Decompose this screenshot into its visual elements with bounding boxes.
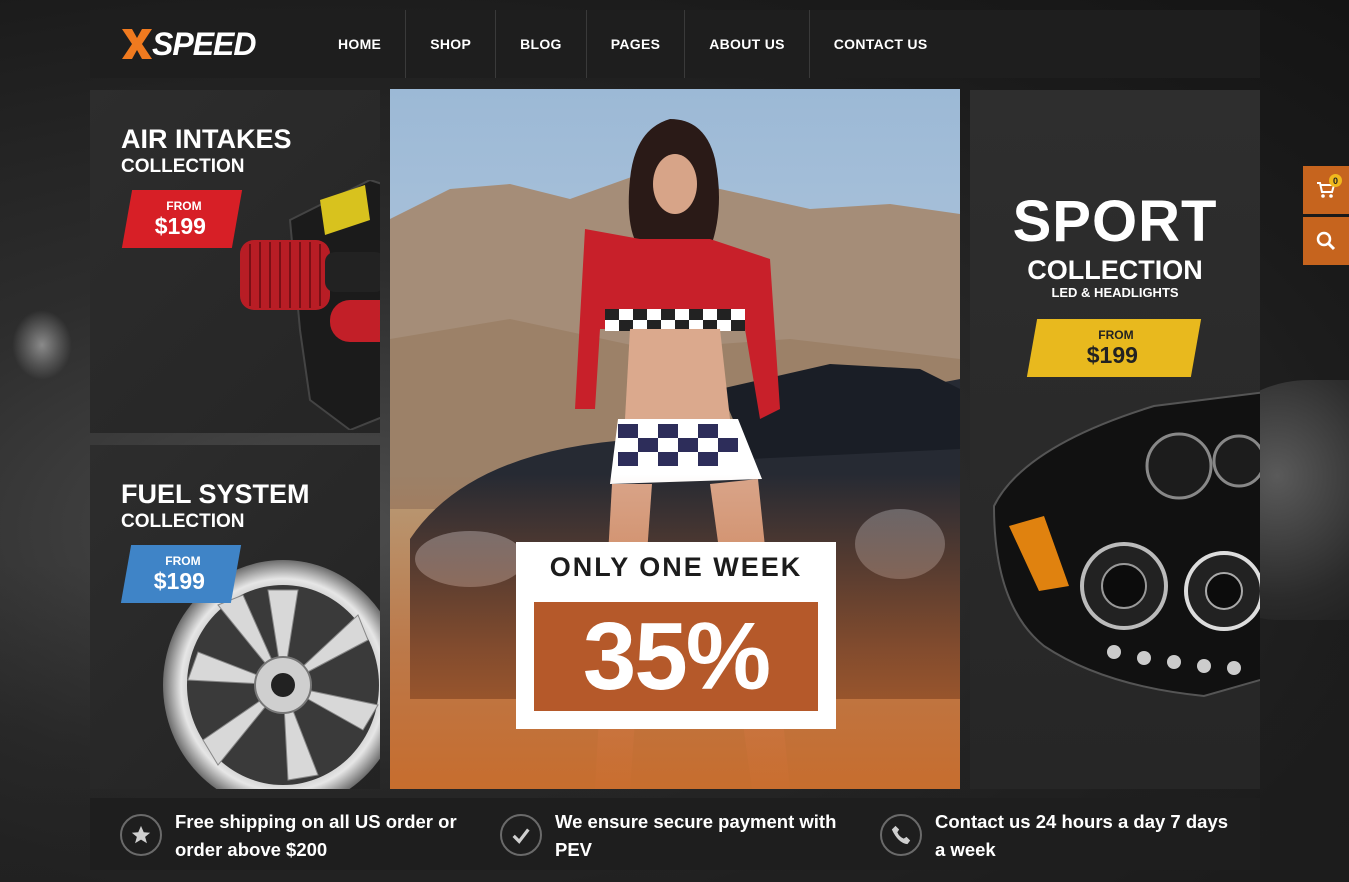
air-intakes-title: AIR INTAKES [121,124,292,154]
nav-about-us[interactable]: ABOUT US [685,10,810,78]
headlight-image [992,391,1260,698]
search-button[interactable] [1303,217,1349,265]
air-intakes-banner[interactable]: AIR INTAKES COLLECTION FROM $199 [90,90,380,433]
phone-icon [880,814,922,856]
hero-promo-banner[interactable]: ONLY ONE WEEK 35% [390,89,960,789]
feature-free-shipping: Free shipping on all US order or order a… [90,798,470,870]
price-value: $199 [155,213,207,239]
fuel-system-subtitle: COLLECTION [121,511,245,532]
sport-price-tag: FROM $199 [1026,319,1202,377]
features-bar: Free shipping on all US order or order a… [90,798,1260,870]
feature-text: We ensure secure payment with PEV [555,811,837,860]
air-intakes-subtitle: COLLECTION [121,156,245,177]
sport-subtitle: COLLECTION [1027,255,1203,285]
cart-button[interactable]: 0 [1303,166,1349,214]
site-logo[interactable]: SPEED [90,10,310,78]
main-nav: HOME SHOP BLOG PAGES ABOUT US CONTACT US [310,10,951,78]
fuel-system-price-tag: FROM $199 [120,545,242,603]
background-lamp [12,310,72,380]
search-icon [1316,231,1336,251]
checkmark-icon [500,814,542,856]
promo-box: ONLY ONE WEEK 35% [516,542,836,729]
logo-text: SPEED [152,25,256,62]
nav-pages[interactable]: PAGES [587,10,686,78]
price-from-label: FROM [165,554,201,568]
sport-title: SPORT [1012,189,1218,254]
nav-contact-us[interactable]: CONTACT US [810,10,952,78]
promo-discount-value: 35% [582,602,771,710]
feature-text: Free shipping on all US order or order a… [175,811,457,860]
air-intakes-price-tag: FROM $199 [121,190,243,248]
price-value: $199 [1087,342,1139,368]
promo-headline: ONLY ONE WEEK [549,552,803,582]
fuel-system-banner[interactable]: FUEL SYSTEM COLLECTION FROM $199 [90,445,380,789]
feature-secure-payment: We ensure secure payment with PEV [470,798,850,870]
feature-contact: Contact us 24 hours a day 7 days a week [850,798,1230,870]
nav-shop[interactable]: SHOP [406,10,497,78]
price-value: $199 [154,568,206,594]
air-intake-image [240,180,380,430]
nav-blog[interactable]: BLOG [496,10,587,78]
price-from-label: FROM [166,199,202,213]
star-icon [120,814,162,856]
sport-detail: LED & HEADLIGHTS [1051,285,1179,300]
logo-x-icon [122,29,152,59]
feature-text: Contact us 24 hours a day 7 days a week [935,811,1229,860]
nav-home[interactable]: HOME [310,10,407,78]
fuel-system-title: FUEL SYSTEM [121,479,310,509]
promo-discount-frame: 35% [524,592,828,721]
cart-count-badge: 0 [1329,174,1342,187]
sport-collection-banner[interactable]: SPORT COLLECTION LED & HEADLIGHTS FROM $… [970,90,1260,789]
price-from-label: FROM [1098,328,1134,342]
site-header: SPEED HOME SHOP BLOG PAGES ABOUT US CONT… [90,10,1260,78]
